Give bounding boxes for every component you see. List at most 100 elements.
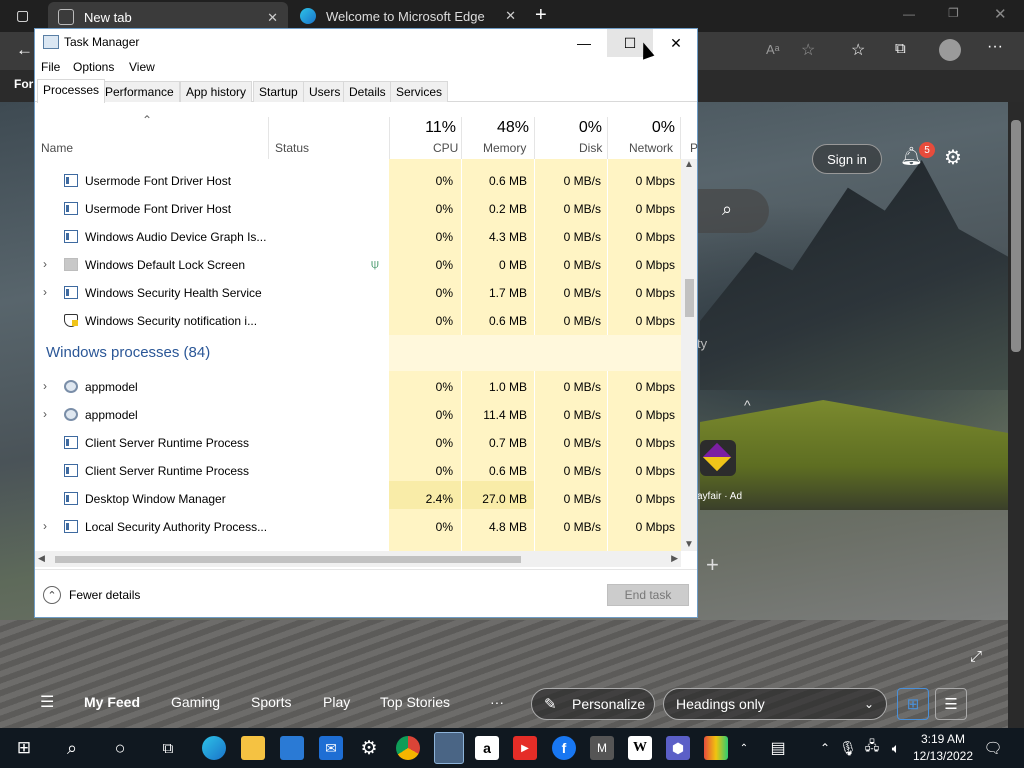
microphone-icon[interactable]: 🎙︎ [836,736,860,760]
title-bar[interactable]: Task Manager — ☐ ✕ [35,29,697,57]
search-button[interactable]: ⌕ [697,189,769,233]
column-network[interactable]: Network [629,141,673,155]
file-explorer-icon[interactable] [241,736,265,760]
store-icon[interactable] [280,736,304,760]
new-tab-plus-icon[interactable]: + [535,4,547,27]
menu-options[interactable]: Options [73,60,114,74]
chevron-up-circle-icon[interactable]: ⌃ [43,586,61,604]
app-colorful-icon[interactable] [704,736,728,760]
tab-users[interactable]: Users [303,81,347,102]
grid-layout-icon[interactable]: ⊞ [897,688,929,720]
read-aloud-icon[interactable]: Aᵃ [766,42,780,57]
tab-services[interactable]: Services [390,81,449,102]
feed-tab-play[interactable]: Play [323,694,350,710]
table-row[interactable]: › appmodel 0% 1.0 MB 0 MB/s 0 Mbps [35,373,681,401]
add-favorite-icon[interactable]: ☆ [801,40,815,60]
expand-chevron-icon[interactable]: › [43,379,47,393]
chevron-up-icon[interactable]: ^ [744,397,751,413]
feed-tab-gaming[interactable]: Gaming [171,694,220,710]
page-scrollbar-thumb[interactable] [1011,120,1021,352]
page-settings-gear-icon[interactable]: ⚙ [944,145,962,170]
chrome-icon[interactable] [396,736,420,760]
taskbar-scroll-icon[interactable]: ⌃ [736,736,752,760]
wikipedia-icon[interactable]: W [628,736,652,760]
horizontal-scroll-thumb[interactable] [55,556,521,563]
headings-select[interactable]: Headings only ⌄ [663,688,887,720]
menu-file[interactable]: File [41,60,60,74]
table-row[interactable]: Usermode Font Driver Host 0% 0.2 MB 0 MB… [35,195,681,223]
column-divider[interactable] [534,117,535,159]
action-center-icon[interactable]: 🗨︎ [981,736,1005,760]
profile-avatar[interactable] [939,39,961,61]
sign-in-button[interactable]: Sign in [812,144,882,174]
window-minimize-icon[interactable]: — [903,7,915,21]
collections-icon[interactable]: ⧉ [895,40,906,57]
feed-tab-top-stories[interactable]: Top Stories [380,694,450,710]
expand-chevron-icon[interactable]: › [43,407,47,421]
app-m-icon[interactable]: M [590,736,614,760]
vertical-scrollbar[interactable]: ▲ ▼ [681,159,697,551]
favorites-bar-item[interactable]: For [14,77,33,91]
column-divider[interactable] [461,117,462,159]
column-next[interactable]: P [690,141,698,155]
close-tab-icon[interactable]: ✕ [267,10,278,26]
column-name[interactable]: Name [41,141,73,155]
close-button[interactable]: ✕ [653,29,699,57]
tab-details[interactable]: Details [343,81,392,102]
scroll-up-icon[interactable]: ▲ [684,159,694,170]
menu-view[interactable]: View [129,60,155,74]
search-icon[interactable]: ⌕ [60,736,84,760]
wayfair-tile[interactable] [700,440,736,476]
scroll-down-icon[interactable]: ▼ [684,539,694,550]
app-hex-icon[interactable]: ⬢ [666,736,690,760]
amazon-icon[interactable]: a [475,736,499,760]
add-shortcut-icon[interactable]: + [706,552,719,578]
feed-more-button[interactable]: ··· [490,694,504,710]
column-divider[interactable] [389,117,390,159]
scroll-right-icon[interactable]: ▶ [671,553,678,564]
expand-chevron-icon[interactable]: › [43,519,47,533]
table-row[interactable]: Desktop Window Manager 2.4% 27.0 MB 0 MB… [35,485,681,513]
volume-icon[interactable]: 🔈︎ [884,736,908,760]
table-row[interactable]: Windows Security notification i... 0% 0.… [35,307,681,335]
network-icon[interactable]: 🖧︎ [860,736,884,760]
tab-performance[interactable]: Performance [99,81,180,102]
window-close-icon[interactable]: ✕ [994,5,1007,23]
table-row[interactable]: › Local Security Authority Process... 0%… [35,513,681,541]
table-row[interactable]: › Windows Security Health Service 0% 1.7… [35,279,681,307]
personalize-button[interactable]: ✎ Personalize [531,688,655,720]
scroll-left-icon[interactable]: ◀ [38,553,45,564]
column-disk[interactable]: Disk [579,141,602,155]
expand-chevron-icon[interactable]: › [43,285,47,299]
table-row[interactable]: › appmodel 0% 11.4 MB 0 MB/s 0 Mbps [35,401,681,429]
vertical-scroll-thumb[interactable] [685,279,694,317]
tab-app-history[interactable]: App history [180,81,253,102]
column-divider[interactable] [607,117,608,159]
back-arrow-icon[interactable]: ← [16,40,33,60]
tab-processes[interactable]: Processes [37,79,106,103]
hamburger-menu-icon[interactable]: ☰ [40,692,54,712]
expand-icon[interactable]: ⤢ [970,648,982,665]
table-row[interactable]: › Windows Default Lock Screen ⍦ 0% 0 MB … [35,251,681,279]
expand-chevron-icon[interactable]: › [43,257,47,271]
favorites-icon[interactable]: ☆ [851,40,865,60]
task-manager-taskbar-icon[interactable] [434,732,464,764]
facebook-icon[interactable]: f [552,736,576,760]
tab-actions-icon[interactable]: ▢ [16,7,29,24]
edge-taskbar-icon[interactable] [202,736,226,760]
fewer-details-link[interactable]: Fewer details [69,588,140,602]
column-divider[interactable] [268,117,269,159]
table-row[interactable]: Windows Audio Device Graph Is... 0% 4.3 … [35,223,681,251]
close-tab-icon[interactable]: ✕ [505,8,516,24]
settings-gear-icon[interactable]: ⚙ [357,736,381,760]
feed-tab-my-feed[interactable]: My Feed [84,694,140,710]
task-view-icon[interactable]: ⧉ [156,736,180,760]
window-restore-icon[interactable]: ❐ [948,6,959,20]
table-row[interactable]: Client Server Runtime Process 0% 0.7 MB … [35,429,681,457]
end-task-button[interactable]: End task [607,584,689,606]
column-cpu[interactable]: CPU [433,141,458,155]
column-memory[interactable]: Memory [483,141,526,155]
column-divider[interactable] [680,117,681,159]
feed-tab-sports[interactable]: Sports [251,694,291,710]
mail-icon[interactable]: ✉ [319,736,343,760]
